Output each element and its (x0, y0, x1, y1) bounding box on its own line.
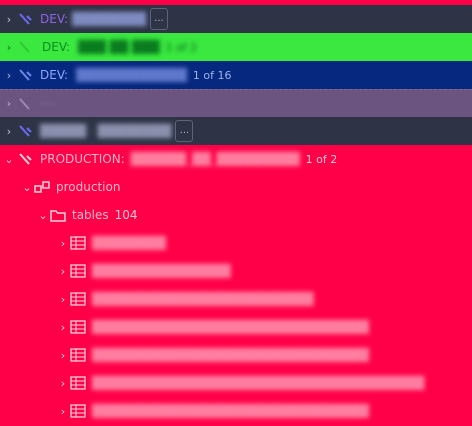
table-icon (70, 404, 86, 418)
chevron-right-icon[interactable]: › (56, 405, 70, 418)
chevron-right-icon[interactable]: › (56, 377, 70, 390)
chevron-right-icon[interactable]: › (56, 237, 70, 250)
chevron-right-icon[interactable]: › (56, 349, 70, 362)
table-row[interactable]: › ██████████████████████████████ (0, 341, 472, 369)
table-name: ████████████████████████ (92, 292, 314, 306)
connection-row-5[interactable]: › █████ · ████████ ... (0, 117, 472, 145)
table-name: ██████████████████████████████ (92, 320, 369, 334)
chevron-right-icon[interactable]: › (2, 41, 16, 54)
connection-label: DEV: (40, 68, 69, 82)
plug-icon (16, 40, 34, 54)
schema-row[interactable]: ⌄ production (0, 173, 472, 201)
chevron-down-icon[interactable]: ⌄ (20, 181, 34, 194)
connection-label: PRODUCTION: (40, 152, 125, 166)
connection-name: ██████_██_█████████ (130, 152, 300, 166)
table-name: ████████ (92, 236, 166, 250)
connection-name: ████████ (72, 12, 146, 26)
chevron-right-icon[interactable]: › (56, 321, 70, 334)
table-icon (70, 236, 86, 250)
connection-label: DEV: (40, 12, 69, 26)
chevron-right-icon[interactable]: › (2, 69, 16, 82)
connection-row-dev-1[interactable]: › DEV: ████████ ... (0, 5, 472, 33)
more-button[interactable]: ... (175, 120, 194, 142)
folder-icon (50, 208, 66, 222)
plug-icon (16, 68, 34, 82)
connection-name: ███ ██ ███ (78, 40, 160, 54)
more-button[interactable]: ... (149, 8, 168, 30)
connection-name: ████████████ (76, 68, 187, 82)
table-name: ████████████████████████████████████ (92, 376, 425, 390)
match-count: 1 of 16 (192, 68, 232, 82)
chevron-down-icon[interactable]: ⌄ (36, 209, 50, 222)
chevron-right-icon[interactable]: › (2, 13, 16, 26)
connection-row-dev-2[interactable]: › DEV: ███ ██ ███ 1 of 2 (0, 33, 472, 61)
connection-label: ···· (40, 96, 56, 111)
table-icon (70, 348, 86, 362)
connection-row-dev-3[interactable]: › DEV: ████████████ 1 of 16 (0, 61, 472, 89)
table-name: ██████████████████████████████ (92, 348, 369, 362)
table-row[interactable]: › ████████████████████████████████████ (0, 369, 472, 397)
chevron-right-icon[interactable]: › (2, 125, 16, 138)
match-count: 1 of 2 (305, 152, 338, 166)
table-icon (70, 264, 86, 278)
tables-label: tables (72, 208, 109, 222)
table-row[interactable]: › ██████████████████████████████ (0, 397, 472, 425)
schema-icon (34, 180, 50, 194)
plug-icon (16, 97, 34, 111)
chevron-down-icon[interactable]: ⌄ (2, 153, 16, 166)
connection-row-4[interactable]: › ···· (0, 89, 472, 117)
tables-folder-row[interactable]: ⌄ tables 104 (0, 201, 472, 229)
table-row[interactable]: › ███████████████ (0, 257, 472, 285)
table-name: ███████████████ (92, 264, 231, 278)
connection-label: DEV: (42, 40, 71, 54)
table-icon (70, 320, 86, 334)
connection-row-production[interactable]: ⌄ PRODUCTION: ██████_██_█████████ 1 of 2 (0, 145, 472, 173)
plug-icon (16, 124, 34, 138)
table-row[interactable]: › ████████ (0, 229, 472, 257)
table-icon (70, 292, 86, 306)
table-row[interactable]: › ██████████████████████████████ (0, 313, 472, 341)
table-icon (70, 376, 86, 390)
schema-name: production (56, 180, 121, 194)
plug-icon (16, 12, 34, 26)
chevron-right-icon[interactable]: › (56, 293, 70, 306)
plug-icon (16, 152, 34, 166)
match-count: 1 of 2 (165, 40, 198, 54)
table-row[interactable]: › ████████████████████████ (0, 285, 472, 313)
chevron-right-icon[interactable]: › (56, 265, 70, 278)
chevron-right-icon[interactable]: › (2, 97, 16, 110)
tables-count: 104 (114, 208, 138, 222)
table-name: ██████████████████████████████ (92, 404, 369, 418)
connection-name: █████ · ████████ (40, 124, 172, 138)
